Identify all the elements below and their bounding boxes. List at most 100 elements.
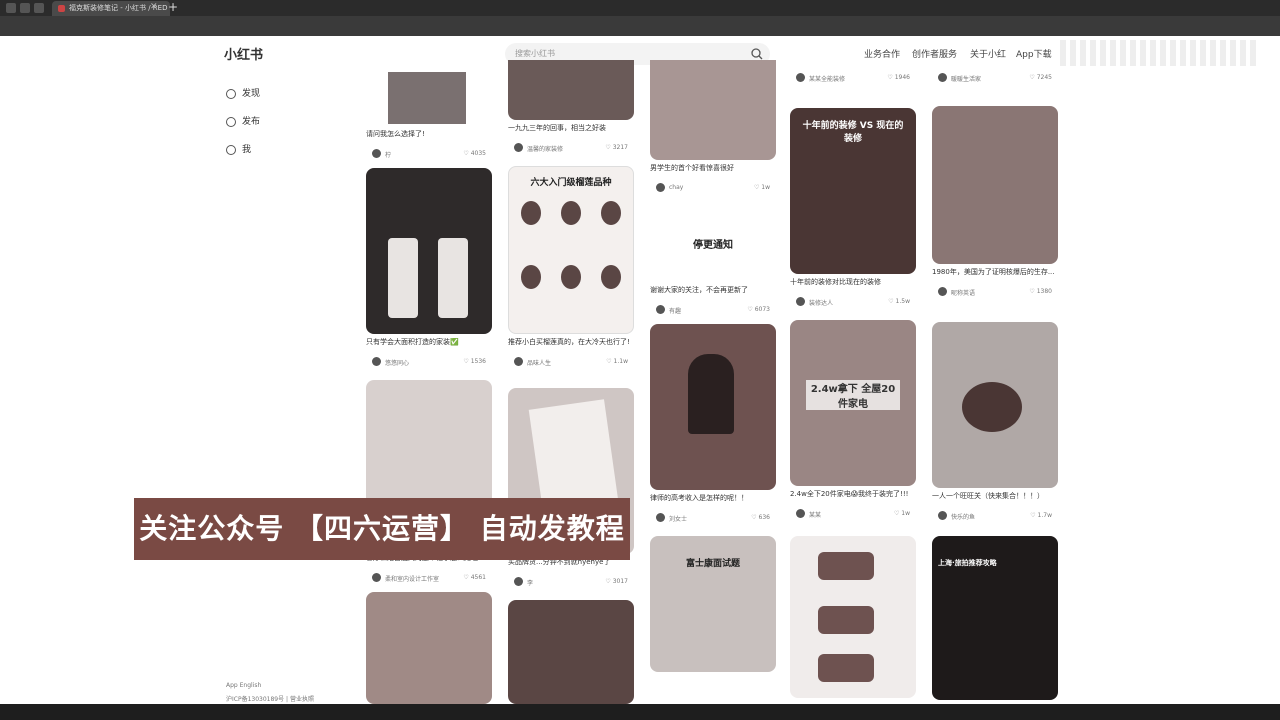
like-count[interactable]: ♡ 1.7w: [1030, 512, 1052, 519]
note-author[interactable]: 昵称英语: [951, 288, 975, 297]
like-count-value: 1380: [1036, 288, 1052, 295]
address-bar[interactable]: [0, 16, 1280, 36]
note-card[interactable]: [366, 592, 492, 704]
durian-image: [601, 265, 621, 289]
note-cover: 十年前的装修 VS 现在的装修: [790, 108, 916, 274]
note-card[interactable]: 六大入门级榴莲品种 推荐小白买榴莲真的，在大冷天也行了! 品味人生 ♡ 1.1w: [508, 166, 634, 368]
note-card[interactable]: 上海·旅拍推荐攻略: [932, 536, 1058, 700]
note-author[interactable]: 某某: [809, 510, 821, 519]
note-card[interactable]: 一人一个旺旺关（快来集合！！！） 快乐的鱼 ♡ 1.7w: [932, 322, 1058, 522]
plus-icon: [226, 116, 236, 127]
note-author[interactable]: 李: [527, 578, 533, 587]
note-card[interactable]: 2.4w拿下 全屋20件家电 2.4w全下20件家电😱我终于装完了!!! 某某 ♡…: [790, 320, 916, 520]
site-logo[interactable]: 小红书: [224, 44, 263, 63]
note-author[interactable]: chay: [669, 184, 683, 191]
note-card[interactable]: 律师的高考收入是怎样的呢！！ 刘女士 ♡ 636: [650, 324, 776, 524]
search-icon[interactable]: [750, 47, 764, 61]
like-count-value: 1.7w: [1037, 512, 1052, 519]
avatar: [372, 149, 381, 158]
window-control-icon[interactable]: [34, 3, 44, 13]
favicon-icon: [58, 4, 65, 12]
note-author[interactable]: 快乐的鱼: [951, 512, 975, 521]
avatar: [796, 297, 805, 306]
like-count[interactable]: ♡ 4035: [463, 150, 486, 157]
like-count[interactable]: ♡ 4561: [463, 574, 486, 581]
nav-business[interactable]: 业务合作: [864, 47, 900, 60]
note-cover: [366, 592, 492, 704]
note-card[interactable]: [790, 536, 916, 698]
note-author[interactable]: 柔和室内设计工作室: [385, 574, 439, 583]
note-title: 买品牌货...分钟不到就hyehye了: [508, 558, 611, 566]
sidebar-item-label: 发布: [242, 117, 261, 127]
note-card[interactable]: 男学生的首个好看惊喜很好 chay ♡ 1w: [650, 60, 776, 194]
avatar: [656, 513, 665, 522]
durian-image: [561, 265, 581, 289]
window-menu-icon[interactable]: [6, 3, 16, 13]
like-count[interactable]: ♡ 7245: [1029, 74, 1052, 81]
like-count-value: 1w: [901, 510, 910, 517]
note-author[interactable]: 悠悠同心: [385, 358, 409, 367]
avatar: [514, 577, 523, 586]
product-image: [438, 238, 468, 318]
note-card[interactable]: 暖暖生活家 ♡ 7245: [932, 60, 1058, 84]
like-count[interactable]: ♡ 3217: [605, 144, 628, 151]
like-count[interactable]: ♡ 3017: [605, 578, 628, 585]
note-card[interactable]: 请问我怎么选择了! 柠 ♡ 4035: [366, 60, 492, 160]
note-cover: [366, 168, 492, 334]
note-cover: [790, 536, 916, 698]
close-tab-icon[interactable]: ✕: [150, 2, 158, 12]
like-count[interactable]: ♡ 1w: [754, 184, 770, 191]
avatar: [938, 73, 947, 82]
note-image: [388, 72, 466, 124]
note-author[interactable]: 柠: [385, 150, 391, 159]
like-count[interactable]: ♡ 636: [751, 514, 770, 521]
sidebar-item-discover[interactable]: 发现: [226, 86, 260, 99]
cover-text: 2.4w拿下 全屋20件家电: [806, 380, 900, 410]
like-count[interactable]: ♡ 6073: [747, 306, 770, 313]
note-cover: [366, 60, 492, 126]
food-image: [818, 606, 874, 634]
note-card[interactable]: 只有学会大面积打造的家装✅ 悠悠同心 ♡ 1536: [366, 168, 492, 368]
like-count[interactable]: ♡ 1w: [894, 510, 910, 517]
sidebar-item-me[interactable]: 我: [226, 142, 251, 155]
watermark-graphic: [1060, 40, 1256, 66]
note-card[interactable]: 1980年，美国为了证明核爆后的生存... 昵称英语 ♡ 1380: [932, 106, 1058, 298]
window-control-icon[interactable]: [20, 3, 30, 13]
note-card[interactable]: 十年前的装修 VS 现在的装修 十年前的装修对比现在的装修 装修达人 ♡ 1.5w: [790, 108, 916, 308]
new-tab-icon[interactable]: +: [168, 0, 178, 14]
like-count-value: 1.1w: [613, 358, 628, 365]
note-author[interactable]: 暖暖生活家: [951, 74, 981, 83]
like-count[interactable]: ♡ 1380: [1029, 288, 1052, 295]
note-card[interactable]: 某某全能装修 ♡ 1946: [790, 60, 916, 84]
note-card[interactable]: [508, 600, 634, 704]
food-image: [818, 654, 874, 682]
nav-creator[interactable]: 创作者服务: [912, 47, 957, 60]
note-card[interactable]: 一九九三年的回事，相当之好装 温馨的家装修 ♡ 3217: [508, 60, 634, 154]
search-placeholder: 搜索小红书: [515, 49, 555, 58]
nav-about[interactable]: 关于小红: [970, 47, 1006, 60]
like-count-value: 636: [758, 514, 770, 521]
like-count[interactable]: ♡ 1.1w: [606, 358, 628, 365]
note-cover: [508, 600, 634, 704]
avatar: [796, 509, 805, 518]
note-title: 1980年，美国为了证明核爆后的生存...: [932, 268, 1055, 276]
note-card[interactable]: 富士康面试题: [650, 536, 776, 672]
like-count[interactable]: ♡ 1.5w: [888, 298, 910, 305]
note-author[interactable]: 有趣: [669, 306, 681, 315]
note-title: 推荐小白买榴莲真的，在大冷天也行了!: [508, 338, 630, 346]
note-author[interactable]: 装修达人: [809, 298, 833, 307]
note-cover: [932, 60, 1058, 72]
note-card[interactable]: 停更通知 谢谢大家的关注，不会再更新了 有趣 ♡ 6073: [650, 198, 776, 316]
footer-lang[interactable]: App English: [226, 682, 261, 689]
note-author[interactable]: 刘女士: [669, 514, 687, 523]
note-author[interactable]: 温馨的家装修: [527, 144, 563, 153]
note-cover: [932, 322, 1058, 488]
footer-icp: 沪ICP备13030189号 | 营业执照: [226, 696, 314, 703]
note-author[interactable]: 品味人生: [527, 358, 551, 367]
sidebar-item-publish[interactable]: 发布: [226, 114, 260, 127]
nav-app-download[interactable]: App下载: [1016, 47, 1052, 60]
note-title: 一人一个旺旺关（快来集合！！！）: [932, 492, 1044, 500]
note-author[interactable]: 某某全能装修: [809, 74, 845, 83]
like-count[interactable]: ♡ 1536: [463, 358, 486, 365]
like-count[interactable]: ♡ 1946: [887, 74, 910, 81]
